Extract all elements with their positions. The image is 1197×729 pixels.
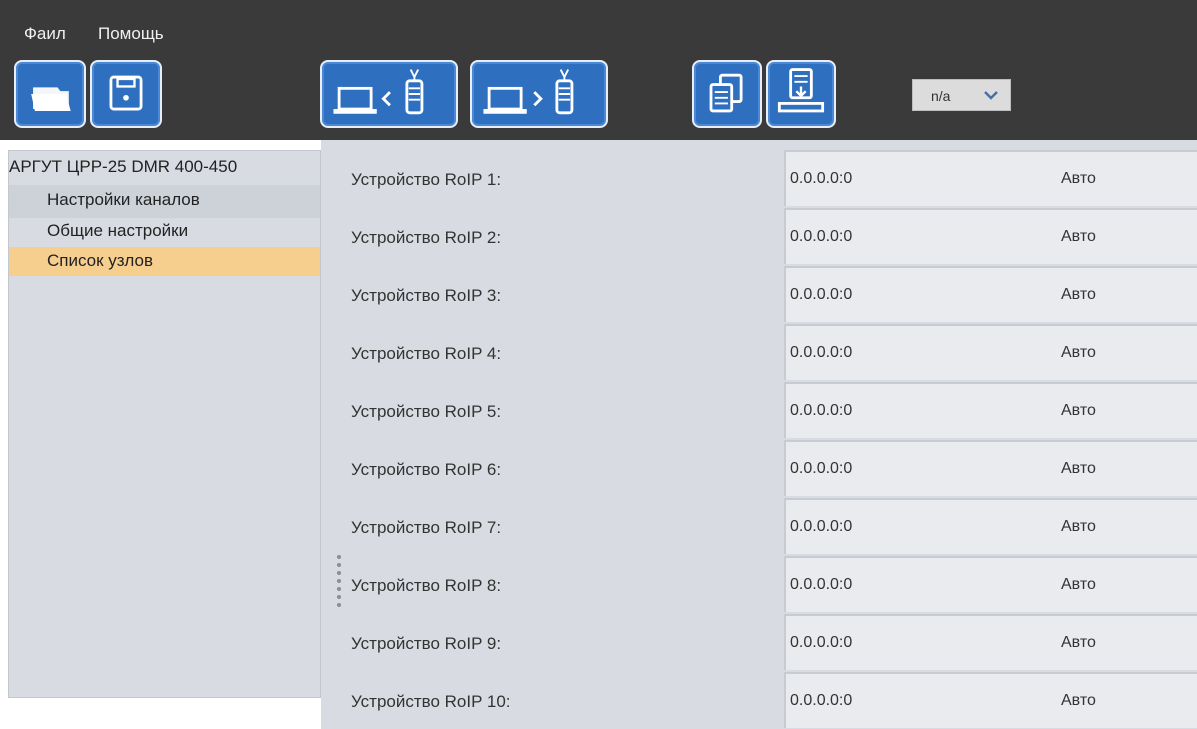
roip-address: 0.0.0.0:0 <box>790 170 853 187</box>
roip-address: 0.0.0.0:0 <box>790 344 853 361</box>
roip-mode: Авто <box>1061 460 1096 477</box>
roip-address: 0.0.0.0:0 <box>790 692 853 709</box>
table-row: Устройство RoIP 1: 0.0.0.0:0 Авто <box>321 140 1197 206</box>
roip-device-field[interactable]: 0.0.0.0:0 Авто <box>784 672 1197 728</box>
roip-mode: Авто <box>1061 692 1096 709</box>
panel-splitter-handle[interactable] <box>337 555 343 615</box>
read-from-device-icon <box>333 69 424 115</box>
roip-device-label: Устройство RoIP 4: <box>351 344 502 363</box>
roip-address: 0.0.0.0:0 <box>790 634 853 651</box>
menu-file[interactable]: Фаил <box>24 24 66 44</box>
copy-button[interactable] <box>692 60 762 128</box>
roip-mode: Авто <box>1061 344 1096 361</box>
firmware-download-icon <box>777 68 825 113</box>
save-disk-icon <box>109 75 143 111</box>
roip-mode: Авто <box>1061 286 1096 303</box>
table-row: Устройство RoIP 8: 0.0.0.0:0 Авто <box>321 546 1197 612</box>
roip-device-label: Устройство RoIP 8: <box>351 576 502 595</box>
roip-device-label: Устройство RoIP 7: <box>351 518 502 537</box>
roip-device-label: Устройство RoIP 2: <box>351 228 502 247</box>
tree-item-channel-settings[interactable]: Настройки каналов <box>9 185 320 218</box>
roip-mode: Авто <box>1061 402 1096 419</box>
top-toolbar-area: Фаил Помощь n/a <box>0 0 1197 140</box>
open-folder-icon <box>31 87 71 111</box>
roip-mode: Авто <box>1061 634 1096 651</box>
chevron-down-icon <box>984 91 998 100</box>
table-row: Устройство RoIP 6: 0.0.0.0:0 Авто <box>321 430 1197 496</box>
roip-address: 0.0.0.0:0 <box>790 228 853 245</box>
copy-documents-icon <box>709 73 743 113</box>
roip-device-label: Устройство RoIP 3: <box>351 286 502 305</box>
roip-device-label: Устройство RoIP 9: <box>351 634 502 653</box>
tree-root-device[interactable]: АРГУТ ЦРР-25 DMR 400-450 <box>9 157 237 177</box>
roip-address: 0.0.0.0:0 <box>790 286 853 303</box>
write-to-device-icon <box>483 69 574 115</box>
node-list-panel: Устройство RoIP 1: 0.0.0.0:0 Авто Устрой… <box>321 140 1197 729</box>
roip-device-label: Устройство RoIP 6: <box>351 460 502 479</box>
table-row: Устройство RoIP 9: 0.0.0.0:0 Авто <box>321 604 1197 670</box>
open-button[interactable] <box>14 60 86 128</box>
roip-address: 0.0.0.0:0 <box>790 518 853 535</box>
firmware-button[interactable] <box>766 60 836 128</box>
table-row: Устройство RoIP 5: 0.0.0.0:0 Авто <box>321 372 1197 438</box>
table-row: Устройство RoIP 10: 0.0.0.0:0 Авто <box>321 662 1197 728</box>
mode-select-value: n/a <box>931 88 951 104</box>
table-row: Устройство RoIP 7: 0.0.0.0:0 Авто <box>321 488 1197 554</box>
roip-mode: Авто <box>1061 170 1096 187</box>
table-row: Устройство RoIP 4: 0.0.0.0:0 Авто <box>321 314 1197 380</box>
write-to-device-button[interactable] <box>470 60 608 128</box>
roip-device-label: Устройство RoIP 5: <box>351 402 502 421</box>
tree-item-node-list[interactable]: Список узлов <box>9 247 320 276</box>
mode-select[interactable]: n/a <box>912 79 1011 111</box>
roip-device-label: Устройство RoIP 1: <box>351 170 502 189</box>
save-button[interactable] <box>90 60 162 128</box>
menu-help[interactable]: Помощь <box>98 24 164 44</box>
roip-address: 0.0.0.0:0 <box>790 576 853 593</box>
roip-address: 0.0.0.0:0 <box>790 460 853 477</box>
roip-mode: Авто <box>1061 576 1096 593</box>
roip-device-label: Устройство RoIP 10: <box>351 692 511 711</box>
read-from-device-button[interactable] <box>320 60 458 128</box>
roip-mode: Авто <box>1061 518 1096 535</box>
menu-bar: Фаил Помощь <box>0 0 1197 52</box>
table-row: Устройство RoIP 2: 0.0.0.0:0 Авто <box>321 198 1197 264</box>
navigation-tree: АРГУТ ЦРР-25 DMR 400-450 Настройки канал… <box>8 150 321 698</box>
table-row: Устройство RoIP 3: 0.0.0.0:0 Авто <box>321 256 1197 322</box>
roip-mode: Авто <box>1061 228 1096 245</box>
roip-address: 0.0.0.0:0 <box>790 402 853 419</box>
tree-item-general-settings[interactable]: Общие настройки <box>9 216 320 249</box>
